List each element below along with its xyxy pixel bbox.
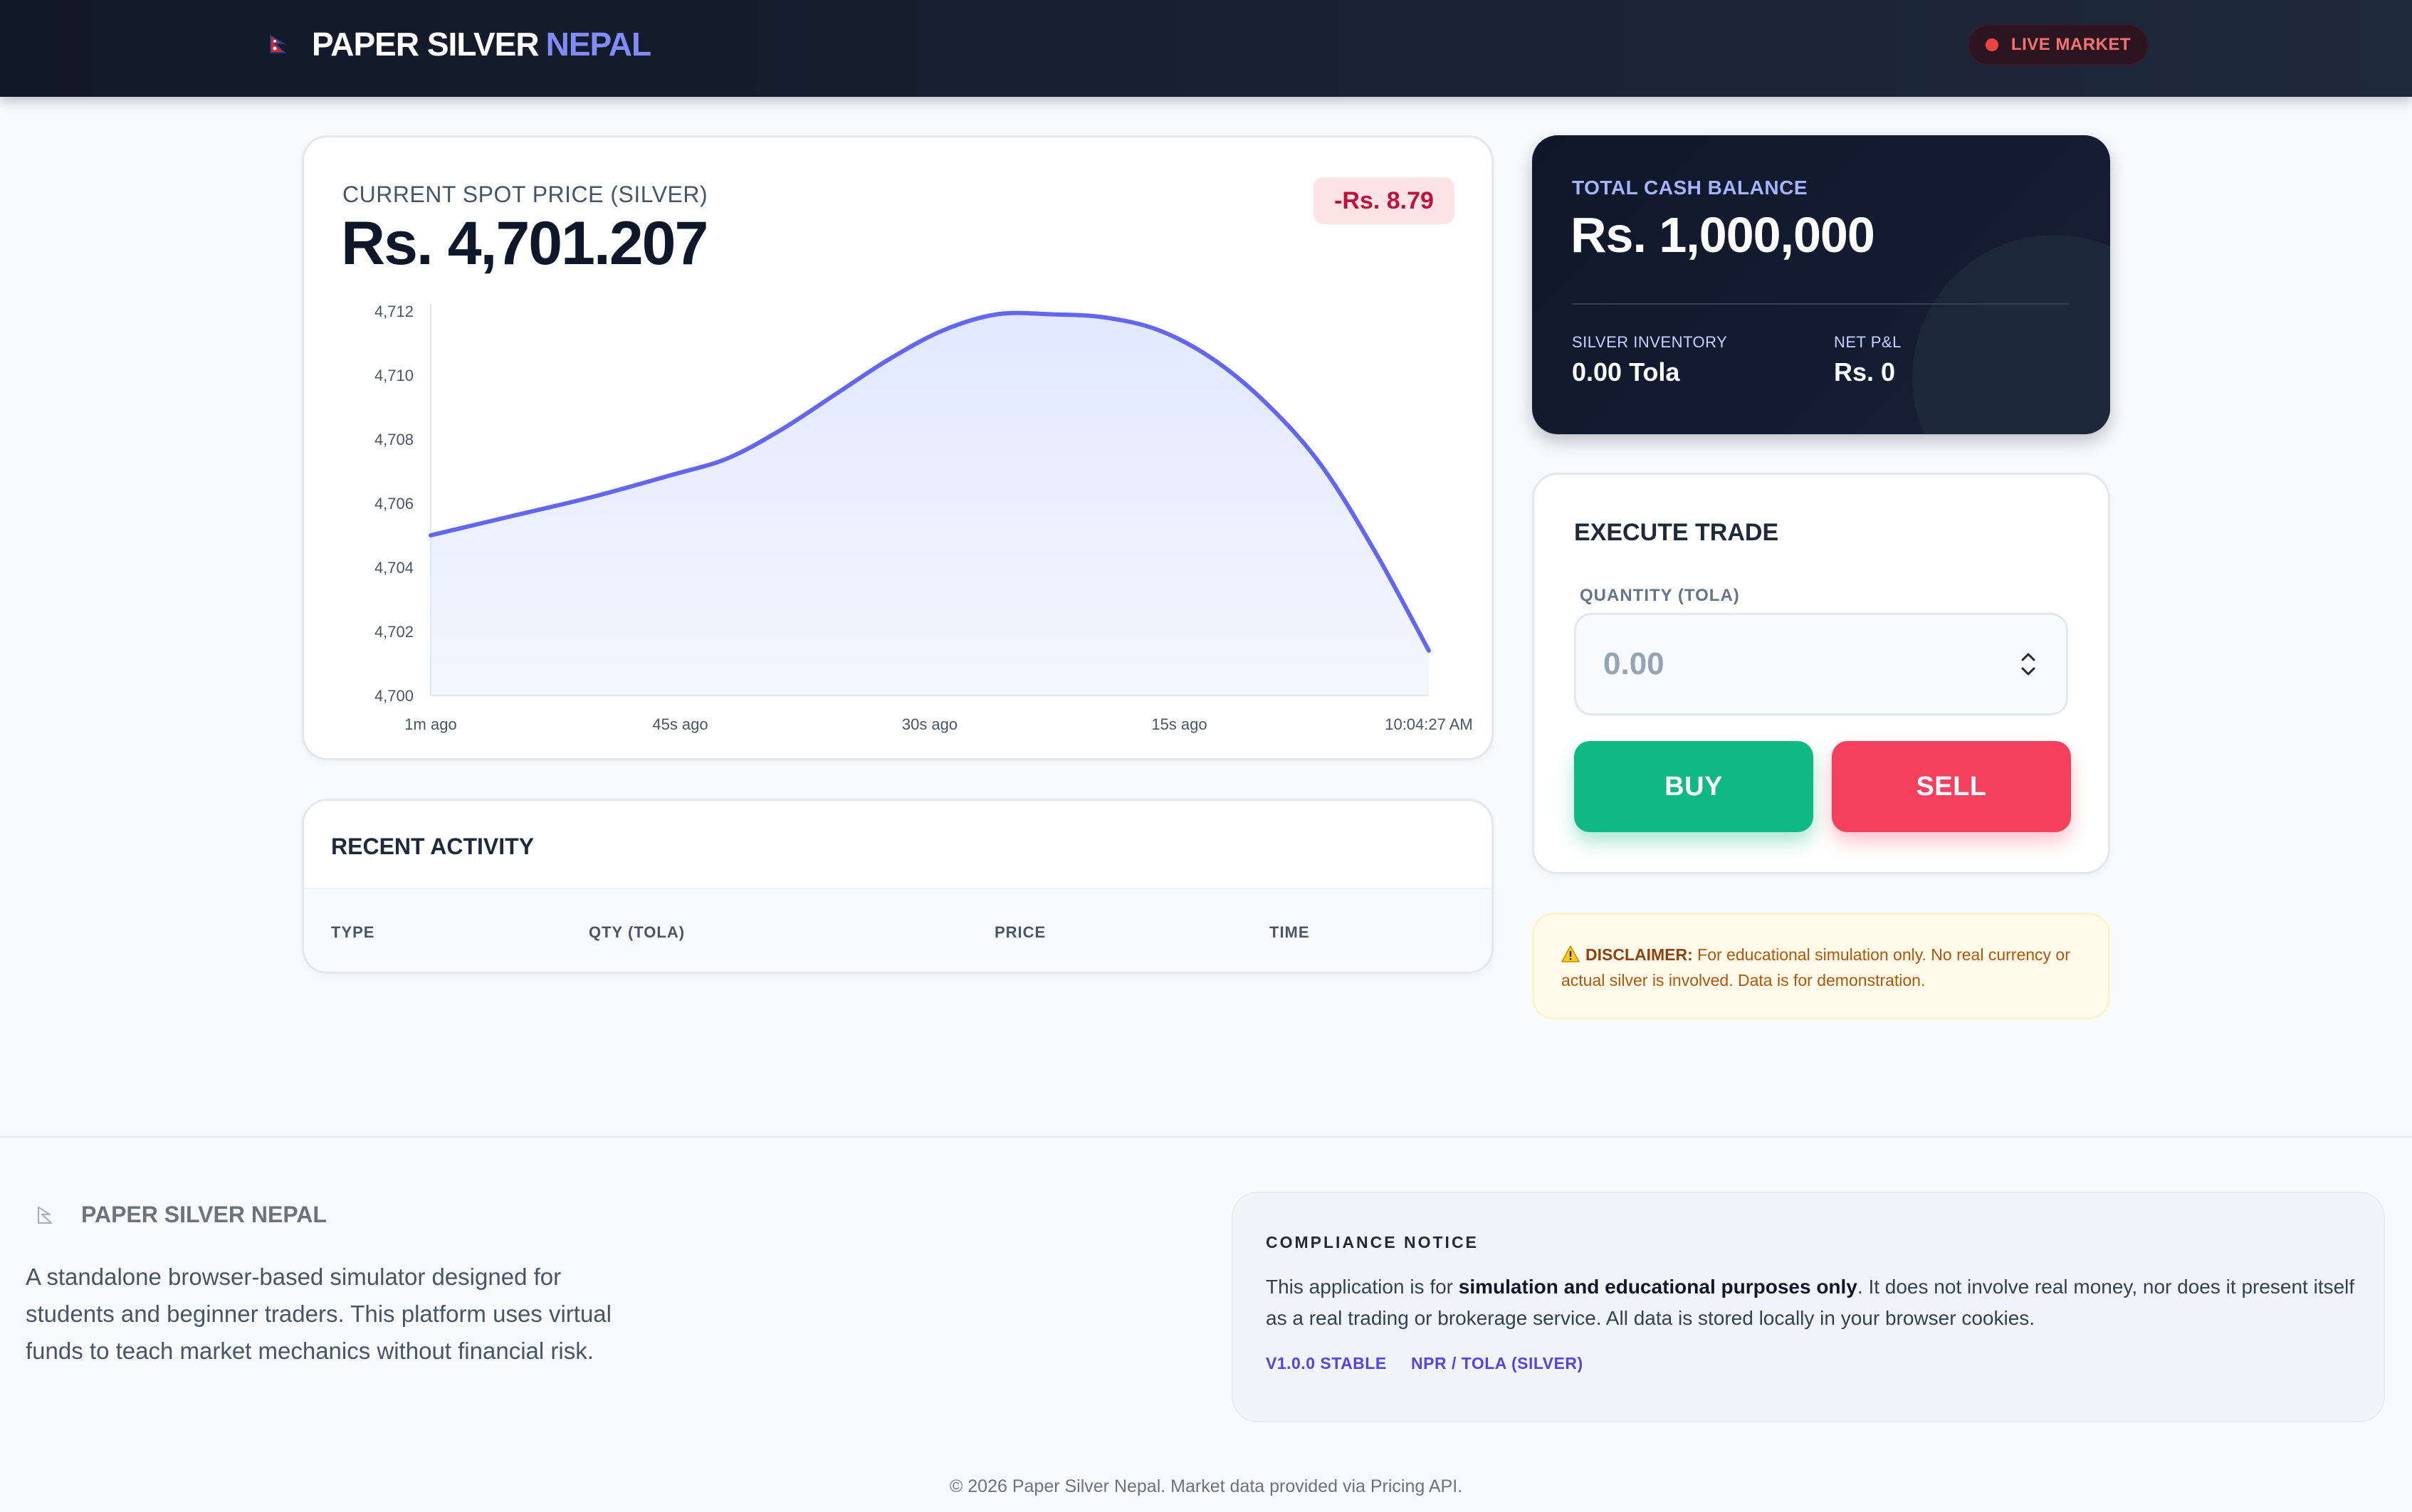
spot-price-card: CURRENT SPOT PRICE (SILVER) Rs. 4,701.20…	[302, 135, 1494, 760]
column-type: TYPE	[331, 923, 375, 941]
y-tick-label: 4,702	[374, 623, 414, 641]
x-tick-label: 45s ago	[652, 715, 708, 733]
disclaimer-heading: DISCLAIMER:	[1585, 945, 1693, 964]
column-time: TIME	[1269, 923, 1310, 941]
execute-trade-title: EXECUTE TRADE	[1574, 519, 1779, 546]
y-tick-label: 4,704	[374, 559, 414, 577]
sell-button[interactable]: SELL	[1832, 741, 2071, 832]
column-price: PRICE	[995, 923, 1047, 941]
compliance-title: COMPLIANCE NOTICE	[1266, 1233, 1479, 1251]
recent-activity-card: RECENT ACTIVITY TYPE QTY (TOLA) PRICE TI…	[302, 799, 1494, 974]
quantity-label: QUANTITY (TOLA)	[1580, 586, 1740, 605]
balance-divider	[1572, 303, 2069, 305]
buy-button[interactable]: BUY	[1574, 741, 1813, 832]
execute-trade-card: EXECUTE TRADE QUANTITY (TOLA) BUY SELL	[1532, 473, 2110, 874]
column-qty: QTY (TOLA)	[589, 923, 686, 941]
activity-table-header: TYPE QTY (TOLA) PRICE TIME	[304, 888, 1491, 972]
cash-balance-value: Rs. 1,000,000	[1571, 207, 1875, 263]
brand-name: PAPER SILVER NEPAL	[312, 26, 651, 63]
live-market-badge: LIVE MARKET	[1968, 24, 2149, 65]
y-tick-label: 4,708	[374, 431, 414, 448]
nepal-flag-icon	[270, 34, 286, 53]
price-change-badge: -Rs. 8.79	[1314, 177, 1454, 224]
pnl-label: NET P&L	[1834, 333, 1902, 351]
warning-icon	[1561, 945, 1580, 962]
compliance-body: This application is for simulation and e…	[1266, 1276, 2355, 1329]
x-tick-label: 30s ago	[902, 715, 958, 733]
currency-pair-tag: NPR / TOLA (SILVER)	[1411, 1354, 1583, 1372]
balance-card: TOTAL CASH BALANCE Rs. 1,000,000 SILVER …	[1532, 135, 2110, 434]
footer-brand-name: PAPER SILVER NEPAL	[81, 1202, 327, 1227]
y-tick-label: 4,712	[374, 303, 414, 320]
x-tick-label: 1m ago	[404, 715, 456, 733]
footer-brand: PAPER SILVER NEPAL	[37, 1202, 327, 1228]
x-tick-label: 10:04:27 AM	[1385, 715, 1473, 733]
inventory-value: 0.00 Tola	[1572, 357, 1680, 387]
spot-price-value: Rs. 4,701.207	[341, 209, 708, 278]
price-chart[interactable]: 4,700 4,702 4,704 4,706 4,708 4,710 4,712 1m ag…	[332, 297, 1473, 733]
price-area-fill	[431, 313, 1429, 695]
x-tick-label: 15s ago	[1151, 715, 1207, 733]
compliance-notice: COMPLIANCE NOTICE This application is fo…	[1232, 1192, 2385, 1422]
quantity-stepper-icon[interactable]	[2015, 646, 2041, 683]
copyright-text: © 2026 Paper Silver Nepal. Market data p…	[949, 1476, 1463, 1496]
quantity-input[interactable]	[1574, 613, 2068, 715]
cash-balance-label: TOTAL CASH BALANCE	[1572, 177, 1808, 199]
brand-logo[interactable]: PAPER SILVER NEPAL	[269, 23, 651, 65]
live-dot-icon	[1985, 38, 1998, 51]
y-tick-label: 4,710	[374, 367, 414, 384]
page-footer: PAPER SILVER NEPAL A standalone browser-…	[0, 1136, 2412, 1512]
y-tick-label: 4,700	[374, 687, 414, 705]
decorative-circle	[1912, 235, 2110, 434]
recent-activity-title: RECENT ACTIVITY	[331, 834, 535, 859]
footer-description: A standalone browser-based simulator des…	[26, 1264, 612, 1364]
y-tick-label: 4,706	[374, 495, 414, 513]
inventory-label: SILVER INVENTORY	[1572, 333, 1728, 351]
pnl-value: Rs. 0	[1834, 357, 1896, 387]
disclaimer-box: DISCLAIMER: For educational simulation o…	[1532, 913, 2110, 1019]
version-tag: V1.0.0 STABLE	[1266, 1354, 1387, 1372]
spot-price-label: CURRENT SPOT PRICE (SILVER)	[342, 182, 708, 207]
live-market-label: LIVE MARKET	[2010, 35, 2132, 54]
nepal-flag-icon	[37, 1206, 53, 1224]
top-navbar: PAPER SILVER NEPAL LIVE MARKET	[0, 0, 2412, 97]
